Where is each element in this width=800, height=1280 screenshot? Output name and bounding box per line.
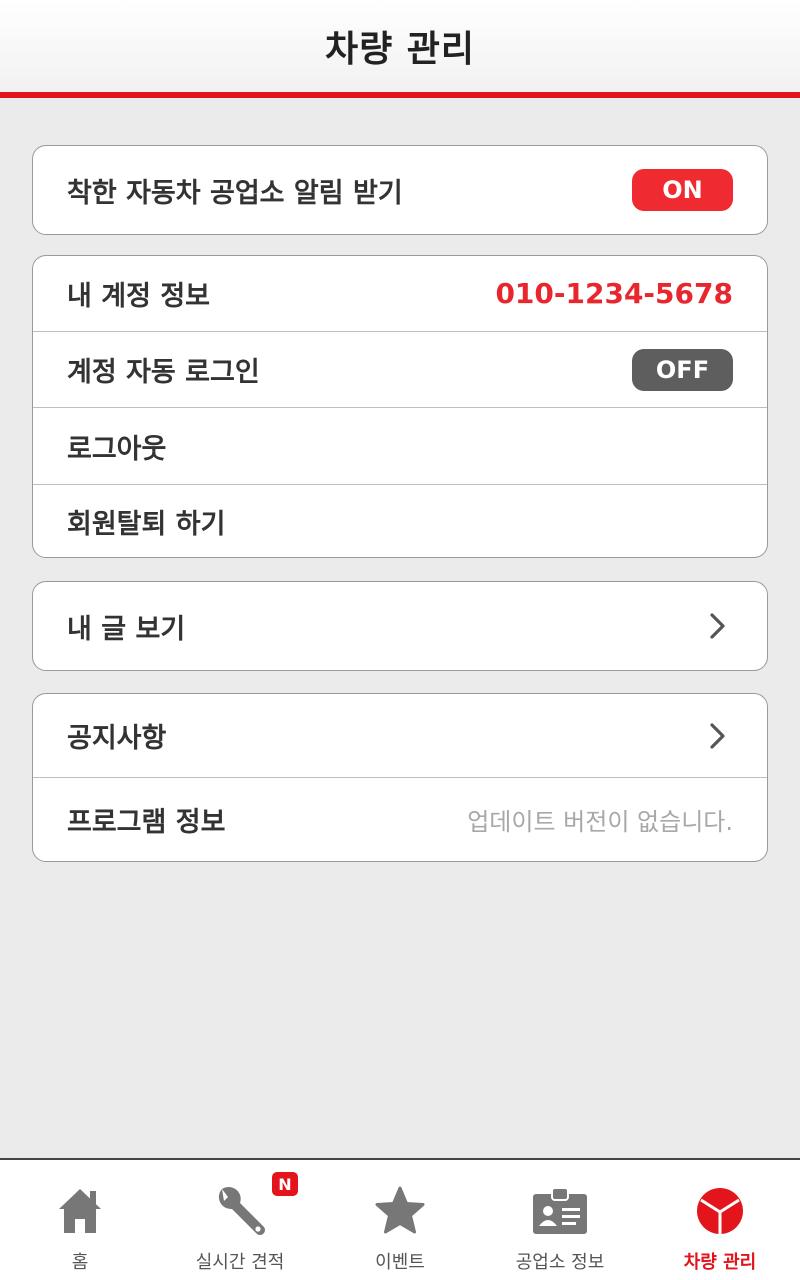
- withdraw-row[interactable]: 회원탈퇴 하기: [33, 485, 767, 557]
- my-posts-label: 내 글 보기: [67, 613, 186, 645]
- star-icon: [368, 1182, 432, 1240]
- chevron-right-icon: [703, 721, 733, 751]
- account-info-label: 내 계정 정보: [67, 281, 210, 312]
- tab-event[interactable]: 이벤트: [320, 1160, 480, 1280]
- posts-card: 내 글 보기: [32, 581, 768, 671]
- alerts-label: 착한 자동차 공업소 알림 받기: [67, 177, 403, 209]
- autologin-label: 계정 자동 로그인: [67, 357, 260, 388]
- tab-label: 홈: [71, 1252, 89, 1273]
- bottom-tab-bar: 홈 실시간 견적 이벤트 공업소 정보 차량 관리 N: [0, 1158, 800, 1280]
- program-status: 업데이트 버전이 없습니다.: [467, 808, 733, 836]
- header-divider: [0, 92, 800, 98]
- my-posts-row[interactable]: 내 글 보기: [33, 582, 767, 670]
- program-info-row: 프로그램 정보 업데이트 버전이 없습니다.: [33, 778, 767, 861]
- phone-number: 010-1234-5678: [495, 277, 733, 310]
- alerts-row: 착한 자동차 공업소 알림 받기 ON: [33, 146, 767, 234]
- app-header: 차량 관리: [0, 0, 800, 92]
- tab-label: 이벤트: [375, 1252, 425, 1273]
- notice-row[interactable]: 공지사항: [33, 694, 767, 778]
- tab-label: 차량 관리: [683, 1252, 757, 1273]
- tab-label: 실시간 견적: [195, 1252, 285, 1273]
- withdraw-label: 회원탈퇴 하기: [67, 508, 226, 540]
- account-card: 내 계정 정보 010-1234-5678 계정 자동 로그인 OFF 로그아웃…: [32, 255, 768, 558]
- tab-shop-info[interactable]: 공업소 정보: [480, 1160, 640, 1280]
- tab-vehicle-management[interactable]: 차량 관리: [640, 1160, 800, 1280]
- autologin-toggle[interactable]: OFF: [632, 348, 733, 391]
- logout-row[interactable]: 로그아웃: [33, 408, 767, 485]
- tab-label: 공업소 정보: [515, 1252, 605, 1273]
- info-card: 공지사항 프로그램 정보 업데이트 버전이 없습니다.: [32, 693, 768, 862]
- account-info-row[interactable]: 내 계정 정보 010-1234-5678: [33, 256, 767, 332]
- alerts-card: 착한 자동차 공업소 알림 받기 ON: [32, 145, 768, 235]
- program-info-label: 프로그램 정보: [67, 807, 226, 838]
- wrench-icon: [208, 1182, 272, 1240]
- chevron-right-icon: [703, 611, 733, 641]
- logout-label: 로그아웃: [67, 433, 167, 465]
- car-management-icon: [688, 1182, 752, 1240]
- alerts-toggle[interactable]: ON: [632, 169, 733, 211]
- tab-home[interactable]: 홈: [0, 1160, 160, 1280]
- id-card-icon: [528, 1182, 592, 1240]
- autologin-row: 계정 자동 로그인 OFF: [33, 332, 767, 408]
- home-icon: [48, 1182, 112, 1240]
- event-new-badge: N: [272, 1172, 298, 1196]
- notice-label: 공지사항: [67, 723, 167, 754]
- page-title: 차량 관리: [324, 29, 475, 70]
